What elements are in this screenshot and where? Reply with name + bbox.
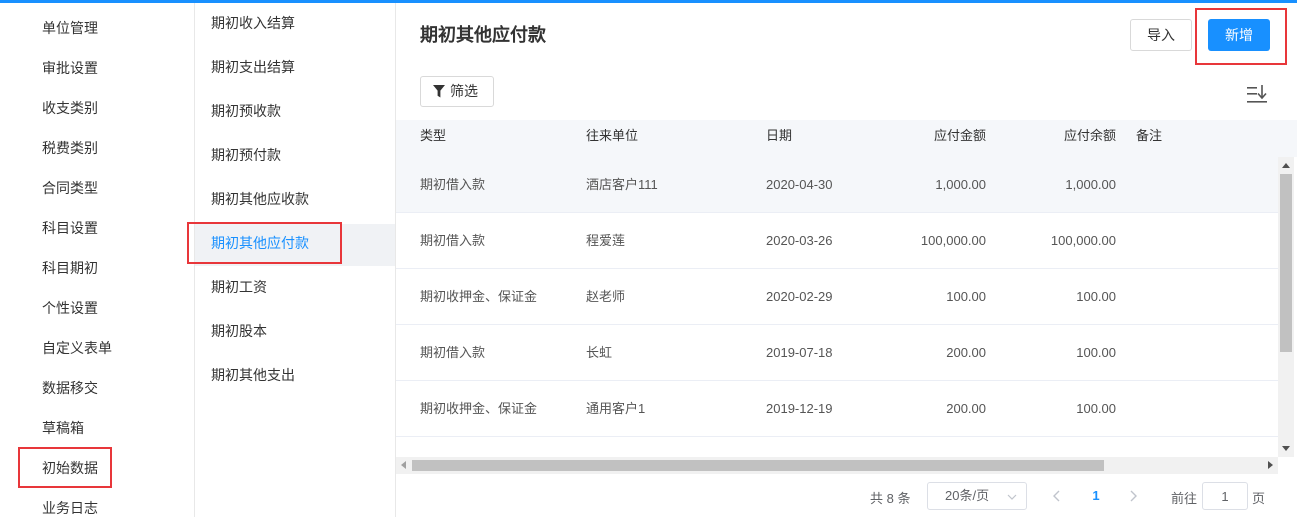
cell-payable-balance: 100.00 <box>1076 345 1116 360</box>
submenu-item-opening-other-expense[interactable]: 期初其他支出 <box>211 365 295 385</box>
main-panel: 期初其他应付款 导入 新增 筛选 类型 往来单位 日期 应付金额 应付余额 备注… <box>396 3 1297 517</box>
table-header: 类型 往来单位 日期 应付金额 应付余额 备注 <box>396 120 1297 157</box>
cell-payable-balance: 100,000.00 <box>1050 233 1116 248</box>
menu-item-contract-type[interactable]: 合同类型 <box>42 178 98 198</box>
menu-item-account-settings[interactable]: 科目设置 <box>42 218 98 238</box>
cell-date: 2019-07-18 <box>766 345 833 360</box>
scroll-right-arrow-icon[interactable] <box>1268 461 1273 469</box>
cell-payable-balance: 100.00 <box>1076 401 1116 416</box>
filter-button[interactable]: 筛选 <box>420 76 494 107</box>
cell-counterparty: 酒店客户111 <box>586 177 658 192</box>
cell-counterparty: 通用客户1 <box>586 401 646 416</box>
horizontal-scrollbar[interactable] <box>396 457 1278 474</box>
cell-payable-balance: 1,000.00 <box>1065 177 1116 192</box>
vertical-scrollbar[interactable] <box>1278 157 1294 457</box>
page-title: 期初其他应付款 <box>420 25 546 45</box>
pagination: 共 8 条 20条/页 1 前往 页 <box>396 480 1297 514</box>
column-header-type[interactable]: 类型 <box>420 120 446 157</box>
import-button[interactable]: 导入 <box>1130 19 1192 51</box>
cell-payable-balance: 100.00 <box>1076 289 1116 304</box>
prev-page-icon[interactable] <box>1047 486 1067 506</box>
horizontal-scroll-thumb[interactable] <box>412 460 1104 471</box>
cell-payable-amount: 1,000.00 <box>935 177 986 192</box>
menu-item-drafts[interactable]: 草稿箱 <box>42 418 84 438</box>
menu-item-approval-settings[interactable]: 审批设置 <box>42 58 98 78</box>
cell-counterparty: 长虹 <box>586 345 613 360</box>
submenu-item-opening-income-settlement[interactable]: 期初收入结算 <box>211 13 295 33</box>
table-row[interactable]: 期初收押金、保证金 通用客户1 2019-12-19 200.00 100.00 <box>396 381 1278 437</box>
menu-item-data-handover[interactable]: 数据移交 <box>42 378 98 398</box>
goto-page-input[interactable] <box>1202 482 1248 510</box>
filter-icon <box>433 85 445 98</box>
menu-item-income-expense-category[interactable]: 收支类别 <box>42 98 98 118</box>
cell-payable-amount: 200.00 <box>946 345 986 360</box>
table-row[interactable]: 期初收押金、保证金 赵老师 2020-02-29 100.00 100.00 <box>396 269 1278 325</box>
menu-item-unit-management[interactable]: 单位管理 <box>42 18 98 38</box>
initial-data-highlight <box>18 447 112 488</box>
table-row[interactable]: 期初借入款 程爱莲 2020-03-26 100,000.00 100,000.… <box>396 213 1278 269</box>
cell-counterparty: 程爱莲 <box>586 233 626 248</box>
submenu-item-opening-advance-receipt[interactable]: 期初预收款 <box>211 101 281 121</box>
column-header-date[interactable]: 日期 <box>766 120 792 157</box>
page-number-current[interactable]: 1 <box>1086 488 1106 503</box>
cell-counterparty: 赵老师 <box>586 289 626 304</box>
menu-item-custom-form[interactable]: 自定义表单 <box>42 338 112 358</box>
submenu-item-opening-other-receivable[interactable]: 期初其他应收款 <box>211 189 309 209</box>
menu-item-account-opening[interactable]: 科目期初 <box>42 258 98 278</box>
cell-type: 期初借入款 <box>420 345 486 360</box>
table-row[interactable]: 期初借入款 酒店客户111 2020-04-30 1,000.00 1,000.… <box>396 157 1278 213</box>
submenu-item-opening-salary[interactable]: 期初工资 <box>211 277 267 297</box>
cell-date: 2020-03-26 <box>766 233 833 248</box>
settings-menu: 单位管理 审批设置 收支类别 税费类别 合同类型 科目设置 科目期初 个性设置 … <box>0 3 195 517</box>
sort-down-icon[interactable] <box>1246 83 1268 105</box>
submenu-item-opening-expense-settlement[interactable]: 期初支出结算 <box>211 57 295 77</box>
chevron-down-icon <box>1007 494 1017 500</box>
cell-payable-amount: 100.00 <box>946 289 986 304</box>
cell-type: 期初借入款 <box>420 233 486 248</box>
cell-type: 期初收押金、保证金 <box>420 401 538 416</box>
column-header-counterparty[interactable]: 往来单位 <box>586 120 638 157</box>
new-button-highlight <box>1195 8 1287 65</box>
page-size-select[interactable]: 20条/页 <box>927 482 1027 510</box>
goto-unit-label: 页 <box>1252 491 1266 506</box>
vertical-scroll-thumb[interactable] <box>1280 174 1292 352</box>
scroll-up-arrow-icon[interactable] <box>1282 163 1290 168</box>
goto-label: 前往 <box>1171 491 1198 506</box>
cell-payable-amount: 100,000.00 <box>920 233 986 248</box>
scroll-left-arrow-icon[interactable] <box>401 461 406 469</box>
scroll-down-arrow-icon[interactable] <box>1282 446 1290 451</box>
cell-type: 期初借入款 <box>420 177 486 192</box>
column-header-note[interactable]: 备注 <box>1136 120 1162 157</box>
cell-date: 2020-04-30 <box>766 177 833 192</box>
cell-date: 2020-02-29 <box>766 289 833 304</box>
submenu-item-opening-equity[interactable]: 期初股本 <box>211 321 267 341</box>
column-header-payable-amount[interactable]: 应付金额 <box>886 120 986 157</box>
filter-label: 筛选 <box>450 83 478 99</box>
column-header-payable-balance[interactable]: 应付余额 <box>1016 120 1116 157</box>
page-size-value: 20条/页 <box>945 488 990 503</box>
next-page-icon[interactable] <box>1123 486 1143 506</box>
menu-item-personal-settings[interactable]: 个性设置 <box>42 298 98 318</box>
active-submenu-highlight <box>187 222 342 264</box>
menu-item-business-log[interactable]: 业务日志 <box>42 498 98 517</box>
submenu-item-opening-prepayment[interactable]: 期初预付款 <box>211 145 281 165</box>
menu-item-tax-category[interactable]: 税费类别 <box>42 138 98 158</box>
total-count: 共 8 条 <box>870 491 911 506</box>
cell-date: 2019-12-19 <box>766 401 833 416</box>
cell-payable-amount: 200.00 <box>946 401 986 416</box>
cell-type: 期初收押金、保证金 <box>420 289 538 304</box>
table-row[interactable]: 期初借入款 长虹 2019-07-18 200.00 100.00 <box>396 325 1278 381</box>
